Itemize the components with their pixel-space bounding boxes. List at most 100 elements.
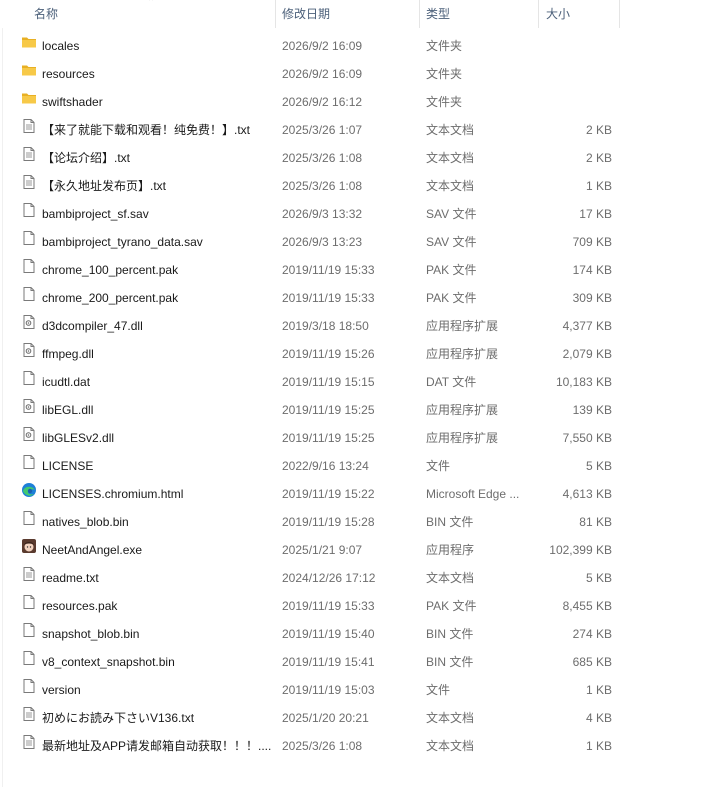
file-icon (21, 676, 37, 704)
column-header-bar: 名称 ⌃ 修改日期 类型 大小 (0, 0, 723, 28)
folder-icon (21, 88, 37, 116)
file-date: 2026/9/2 16:09 (282, 67, 363, 81)
text-file-icon (21, 732, 37, 760)
file-size (540, 32, 612, 60)
file-type: SAV 文件 (426, 235, 477, 249)
file-row[interactable]: icudtl.dat 2019/11/19 15:15 DAT 文件 10,183 K… (0, 368, 723, 396)
file-row[interactable]: bambiproject_tyrano_data.sav 2026/9/3 13:… (0, 228, 723, 256)
file-row[interactable]: bambiproject_sf.sav 2026/9/3 13:32 SAV 文件 1… (0, 200, 723, 228)
file-row[interactable]: libGLESv2.dll 2019/11/19 15:25 应用程序扩展 7,550… (0, 424, 723, 452)
file-date: 2026/9/2 16:12 (282, 95, 363, 109)
file-type: 应用程序扩展 (426, 403, 499, 417)
file-date: 2019/11/19 15:40 (282, 627, 375, 641)
file-name: LICENSE (42, 459, 94, 473)
file-row[interactable]: readme.txt 2024/12/26 17:12 文本文档 5 KB (0, 564, 723, 592)
file-size: 4 KB (585, 711, 612, 725)
file-size: 2 KB (585, 151, 612, 165)
file-size: 309 KB (572, 291, 612, 305)
file-date: 2025/1/21 9:07 (282, 543, 363, 557)
column-header-type[interactable]: 类型 (426, 0, 450, 28)
file-row[interactable]: chrome_200_percent.pak 2019/11/19 15:33 PA… (0, 284, 723, 312)
file-row[interactable]: ffmpeg.dll 2019/11/19 15:26 应用程序扩展 2,079 KB (0, 340, 723, 368)
file-date: 2019/11/19 15:28 (282, 515, 375, 529)
file-name: readme.txt (42, 571, 99, 585)
file-size: 685 KB (572, 655, 612, 669)
file-date: 2019/11/19 15:25 (282, 403, 375, 417)
file-date: 2019/11/19 15:22 (282, 487, 375, 501)
app-character-icon (21, 536, 37, 564)
column-divider[interactable] (275, 0, 276, 28)
file-name: chrome_200_percent.pak (42, 291, 179, 305)
file-icon (21, 228, 37, 256)
file-row[interactable]: 【论坛介绍】.txt 2025/3/26 1:08 文本文档 2 KB (0, 144, 723, 172)
file-row[interactable]: resources.pak 2019/11/19 15:33 PAK 文件 8,455… (0, 592, 723, 620)
file-type: 文件夹 (426, 39, 463, 53)
file-row[interactable]: 【永久地址发布页】.txt 2025/3/26 1:08 文本文档 1 KB (0, 172, 723, 200)
file-row[interactable]: d3dcompiler_47.dll 2019/3/18 18:50 应用程序扩展 4… (0, 312, 723, 340)
file-row[interactable]: v8_context_snapshot.bin 2019/11/19 15:41 B… (0, 648, 723, 676)
file-date: 2019/3/18 18:50 (282, 319, 369, 333)
column-divider[interactable] (538, 0, 539, 28)
file-date: 2025/3/26 1:08 (282, 739, 363, 753)
file-date: 2022/9/16 13:24 (282, 459, 369, 473)
column-divider[interactable] (619, 0, 620, 28)
folder-icon (21, 32, 37, 60)
file-size: 1 KB (585, 179, 612, 193)
file-name: 【永久地址发布页】.txt (42, 179, 167, 193)
file-name: NeetAndAngel.exe (42, 543, 143, 557)
file-row[interactable]: snapshot_blob.bin 2019/11/19 15:40 BIN 文件 2… (0, 620, 723, 648)
file-name: version (42, 683, 81, 697)
file-name: ffmpeg.dll (42, 347, 94, 361)
file-row[interactable]: swiftshader 2026/9/2 16:12 文件夹 (0, 88, 723, 116)
file-size: 8,455 KB (562, 599, 612, 613)
file-type: Microsoft Edge ... (426, 487, 520, 501)
file-row[interactable]: 初めにお読み下さいV136.txt 2025/1/20 20:21 文本文档 4 KB (0, 704, 723, 732)
file-type: 应用程序扩展 (426, 431, 499, 445)
file-size: 1 KB (585, 739, 612, 753)
file-name: swiftshader (42, 95, 103, 109)
file-row[interactable]: chrome_100_percent.pak 2019/11/19 15:33 PA… (0, 256, 723, 284)
file-name: libEGL.dll (42, 403, 94, 417)
file-row[interactable]: libEGL.dll 2019/11/19 15:25 应用程序扩展 139 KB (0, 396, 723, 424)
file-icon (21, 592, 37, 620)
file-size (540, 60, 612, 88)
file-row[interactable]: NeetAndAngel.exe 2025/1/21 9:07 应用程序 102,39… (0, 536, 723, 564)
file-type: 文件 (426, 459, 451, 473)
file-name: chrome_100_percent.pak (42, 263, 179, 277)
file-size: 5 KB (585, 459, 612, 473)
file-row[interactable]: version 2019/11/19 15:03 文件 1 KB (0, 676, 723, 704)
file-type: 文件 (426, 683, 451, 697)
file-name: snapshot_blob.bin (42, 627, 140, 641)
column-header-date[interactable]: 修改日期 (282, 0, 330, 28)
file-name: 【来了就能下载和观看！纯免费！】.txt (42, 123, 251, 137)
file-size: 174 KB (572, 263, 612, 277)
file-type: 文件夹 (426, 67, 463, 81)
column-header-name[interactable]: 名称 (34, 0, 58, 28)
file-icon (21, 620, 37, 648)
file-name: natives_blob.bin (42, 515, 129, 529)
dll-file-icon (21, 424, 37, 452)
edge-icon (21, 480, 37, 508)
file-row[interactable]: LICENSE 2022/9/16 13:24 文件 5 KB (0, 452, 723, 480)
file-icon (21, 508, 37, 536)
sort-ascending-icon: ⌃ (147, 0, 156, 8)
file-date: 2026/9/2 16:09 (282, 39, 363, 53)
file-type: SAV 文件 (426, 207, 477, 221)
file-name: v8_context_snapshot.bin (42, 655, 175, 669)
column-header-size[interactable]: 大小 (546, 0, 570, 28)
file-row[interactable]: LICENSES.chromium.html 2019/11/19 15:22 Mi… (0, 480, 723, 508)
file-date: 2025/1/20 20:21 (282, 711, 369, 725)
file-row[interactable]: 【来了就能下载和观看！纯免费！】.txt 2025/3/26 1:07 文本文档 2 … (0, 116, 723, 144)
file-row[interactable]: locales 2026/9/2 16:09 文件夹 (0, 32, 723, 60)
file-size: 5 KB (585, 571, 612, 585)
file-name: 最新地址及APP请发邮箱自动获取！！！.... (42, 739, 272, 753)
file-name: LICENSES.chromium.html (42, 487, 184, 501)
file-row[interactable]: 最新地址及APP请发邮箱自动获取！！！.... 2025/3/26 1:08 文本文… (0, 732, 723, 760)
file-size: 4,613 KB (562, 487, 612, 501)
file-row[interactable]: natives_blob.bin 2019/11/19 15:28 BIN 文件 81… (0, 508, 723, 536)
file-date: 2025/3/26 1:08 (282, 179, 363, 193)
text-file-icon (21, 704, 37, 732)
column-divider[interactable] (419, 0, 420, 28)
file-type: 文本文档 (426, 711, 475, 725)
file-row[interactable]: resources 2026/9/2 16:09 文件夹 (0, 60, 723, 88)
